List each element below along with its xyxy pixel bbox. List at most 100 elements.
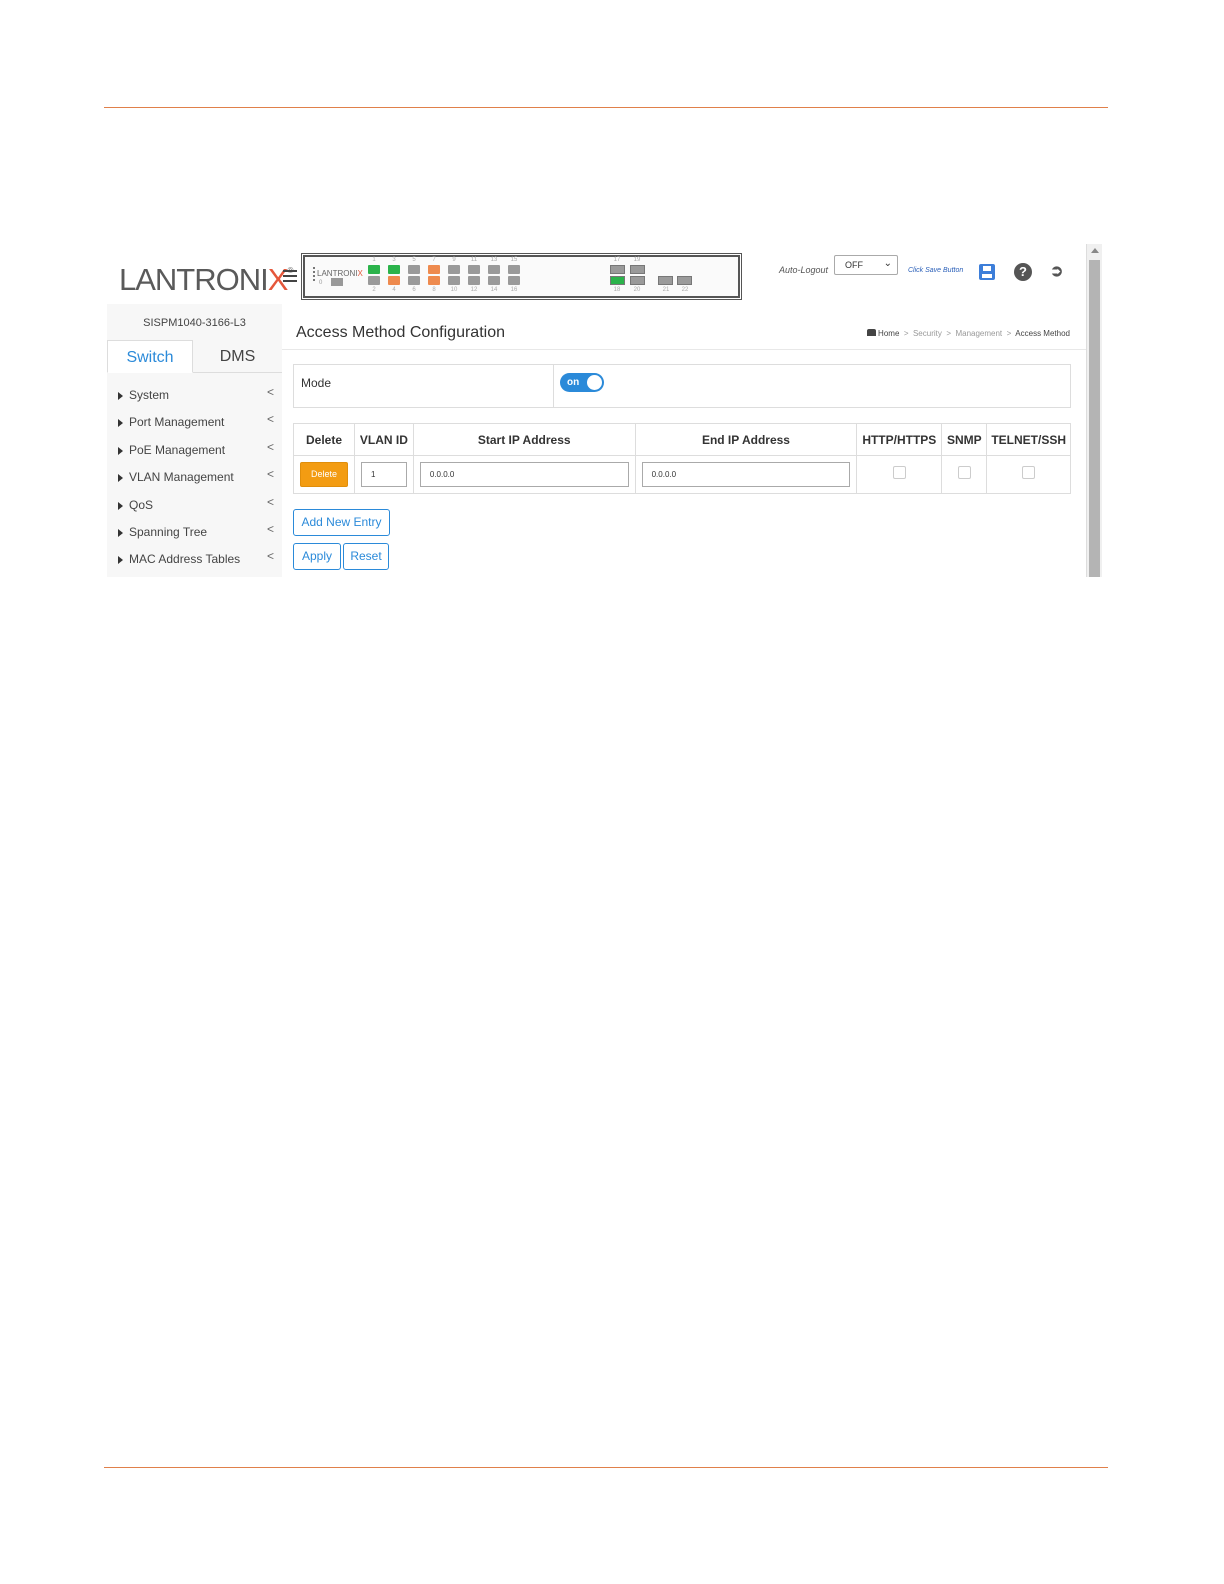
apply-button[interactable]: Apply (293, 543, 341, 570)
port-4[interactable] (388, 276, 400, 285)
sfp-port-20[interactable] (630, 276, 645, 285)
help-icon[interactable]: ? (1014, 263, 1032, 281)
caret-right-icon (118, 446, 123, 455)
col-end-ip: End IP Address (634, 423, 858, 456)
page-top-rule (104, 107, 1108, 108)
breadcrumb-management[interactable]: Management (955, 329, 1002, 338)
port-11[interactable] (468, 265, 480, 274)
table-header-row: Delete VLAN ID Start IP Address End IP A… (293, 423, 1071, 456)
sfp-label: 17 (613, 257, 621, 263)
port-label: 15 (510, 257, 518, 263)
sidebar-item-label: Spanning Tree (129, 524, 208, 539)
breadcrumb-home[interactable]: Home (878, 329, 899, 338)
port-9[interactable] (448, 265, 460, 274)
sfp-port-21[interactable] (658, 276, 673, 285)
chevron-left-icon: < (266, 439, 274, 454)
port-6[interactable] (408, 276, 420, 285)
port-3[interactable] (388, 265, 400, 274)
port-label: 2 (372, 287, 376, 293)
sfp-port-22[interactable] (677, 276, 692, 285)
http-https-checkbox[interactable] (892, 465, 906, 479)
port-14[interactable] (488, 276, 500, 285)
port-label: 13 (490, 257, 498, 263)
save-icon[interactable] (979, 264, 995, 280)
col-delete: Delete (293, 423, 355, 456)
port-1[interactable] (368, 265, 380, 274)
sidebar-item-system[interactable]: System < (107, 382, 282, 409)
panel-logo: LANTRONIX (317, 269, 363, 278)
end-ip-cell: 0.0.0.0 (634, 455, 858, 494)
sidebar-item-mac-address-tables[interactable]: MAC Address Tables < (107, 546, 282, 573)
sidebar-item-label: Port Management (129, 415, 225, 430)
delete-cell: Delete (293, 455, 355, 494)
sfp-label: 21 (662, 287, 670, 293)
menu-toggle-icon[interactable] (283, 270, 297, 284)
sidebar-item-spanning-tree[interactable]: Spanning Tree < (107, 519, 282, 546)
port-label: 12 (470, 287, 478, 293)
caret-right-icon (118, 556, 123, 565)
mode-toggle[interactable]: on (560, 373, 604, 392)
port-8[interactable] (428, 276, 440, 285)
device-name: SISPM1040-3166-L3 (143, 317, 246, 329)
port-12[interactable] (468, 276, 480, 285)
sidebar-item-label: System (129, 388, 170, 402)
mode-label: Mode (301, 376, 332, 390)
chevron-left-icon: < (266, 494, 274, 509)
snmp-checkbox[interactable] (957, 465, 971, 479)
mode-row: Mode on (293, 364, 1071, 408)
sfp-port-19[interactable] (630, 265, 645, 274)
port-label: 11 (470, 257, 478, 263)
breadcrumb: Home > Security > Management > Access Me… (867, 329, 1070, 338)
console-port[interactable] (331, 278, 343, 286)
sidebar-item-port-management[interactable]: Port Management < (107, 409, 282, 436)
tab-switch[interactable]: Switch (107, 340, 193, 373)
sidebar-item-qos[interactable]: QoS < (107, 492, 282, 519)
end-ip-input[interactable]: 0.0.0.0 (641, 462, 851, 487)
auto-logout-label: Auto-Logout (779, 265, 829, 275)
screenshot: LANTRONIX® 0 LANTRONIX 1 3 5 7 9 11 13 1… (107, 244, 1102, 577)
page-bottom-rule (104, 1467, 1108, 1468)
scroll-up-icon[interactable] (1091, 248, 1099, 253)
port-2[interactable] (368, 276, 380, 285)
panel-port-zero-label: 0 (319, 280, 323, 286)
vertical-scrollbar[interactable] (1086, 244, 1102, 577)
sidebar: SISPM1040-3166-L3 Switch DMS System < Por… (107, 304, 282, 577)
port-15[interactable] (508, 265, 520, 274)
vlan-id-cell: 1 (354, 455, 414, 494)
auto-logout-select[interactable]: OFF ⌄ (834, 255, 898, 275)
col-telnet-ssh: TELNET/SSH (986, 423, 1071, 456)
caret-right-icon (118, 419, 123, 428)
delete-button[interactable]: Delete (300, 462, 348, 487)
port-label: 3 (392, 257, 396, 263)
sidebar-item-vlan-management[interactable]: VLAN Management < (107, 464, 282, 491)
tab-dms[interactable]: DMS (193, 340, 282, 373)
port-7[interactable] (428, 265, 440, 274)
sidebar-item-label: QoS (129, 497, 154, 512)
sfp-port-18[interactable] (610, 276, 625, 285)
port-10[interactable] (448, 276, 460, 285)
port-13[interactable] (488, 265, 500, 274)
port-16[interactable] (508, 276, 520, 285)
telnet-ssh-checkbox[interactable] (1022, 465, 1036, 479)
port-5[interactable] (408, 265, 420, 274)
add-new-entry-button[interactable]: Add New Entry (293, 509, 390, 536)
scrollbar-thumb[interactable] (1089, 260, 1100, 577)
breadcrumb-security[interactable]: Security (913, 329, 942, 338)
reset-button[interactable]: Reset (343, 543, 389, 570)
start-ip-input[interactable]: 0.0.0.0 (419, 462, 629, 487)
col-snmp: SNMP (941, 423, 988, 456)
logout-icon[interactable]: ➲ (1050, 263, 1070, 281)
sidebar-item-poe-management[interactable]: PoE Management < (107, 437, 282, 464)
vlan-id-input[interactable]: 1 (361, 462, 407, 487)
snmp-cell (941, 455, 988, 494)
mode-toggle-knob (587, 375, 602, 390)
sidebar-item-label: PoE Management (129, 442, 226, 457)
port-label: 14 (490, 287, 498, 293)
breadcrumb-separator: > (946, 329, 951, 338)
port-label: 6 (412, 287, 416, 293)
port-label: 8 (432, 287, 436, 293)
breadcrumb-separator: > (1006, 329, 1012, 338)
chevron-left-icon: < (266, 549, 274, 564)
home-icon (867, 329, 877, 336)
sfp-port-17[interactable] (610, 265, 625, 274)
